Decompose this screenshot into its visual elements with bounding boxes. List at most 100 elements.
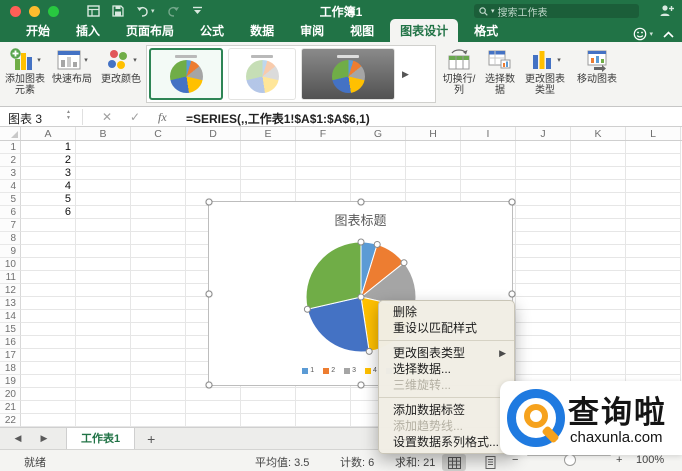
row-header[interactable]: 18 [0, 362, 21, 375]
row-header[interactable]: 6 [0, 206, 21, 219]
grid-cell[interactable] [296, 167, 351, 180]
grid-cell[interactable] [21, 375, 76, 388]
grid-cell[interactable] [21, 271, 76, 284]
ribbon-tab[interactable]: 格式 [464, 19, 508, 42]
ribbon-tab[interactable]: 公式 [190, 19, 234, 42]
gallery-more-arrow-icon[interactable]: ▶ [402, 69, 409, 80]
grid-cell[interactable] [76, 310, 131, 323]
zoom-level[interactable]: 100% [636, 454, 664, 466]
chart-resize-handle[interactable] [205, 290, 213, 298]
grid-cell[interactable] [626, 297, 681, 310]
grid-cell[interactable] [21, 219, 76, 232]
column-header[interactable]: C [131, 127, 186, 140]
feedback-smiley-icon[interactable]: ▾ [633, 27, 653, 41]
normal-view-icon[interactable] [442, 454, 466, 471]
grid-cell[interactable] [21, 388, 76, 401]
grid-cell[interactable] [186, 154, 241, 167]
pie-slice[interactable] [305, 241, 362, 310]
grid-cell[interactable] [131, 141, 186, 154]
grid-cell[interactable] [571, 284, 626, 297]
ribbon-tab[interactable]: 开始 [16, 19, 60, 42]
name-box[interactable]: 图表 3 [8, 110, 42, 127]
grid-cell[interactable] [131, 258, 186, 271]
zoom-in-icon[interactable]: + [616, 454, 622, 466]
grid-cell[interactable] [626, 310, 681, 323]
switch-row-col-button[interactable]: 切换行/列 [440, 46, 478, 96]
context-menu-item[interactable]: 添加数据标签 [379, 402, 514, 418]
grid-cell[interactable] [626, 323, 681, 336]
cancel-icon[interactable]: ✕ [102, 110, 112, 124]
grid-cell[interactable] [131, 375, 186, 388]
column-header[interactable]: K [571, 127, 626, 140]
grid-cell[interactable] [626, 219, 681, 232]
context-menu-item[interactable]: 选择数据... [379, 361, 514, 377]
search-input[interactable]: ▾ 搜索工作表 [474, 4, 639, 19]
grid-cell[interactable] [571, 180, 626, 193]
row-header[interactable]: 4 [0, 180, 21, 193]
chart-resize-handle[interactable] [205, 381, 213, 389]
context-menu-item[interactable]: 重设以匹配样式 [379, 320, 514, 336]
grid-cell[interactable] [571, 206, 626, 219]
ribbon-tab[interactable]: 页面布局 [116, 19, 184, 42]
grid-cell[interactable] [76, 388, 131, 401]
grid-cell[interactable] [131, 193, 186, 206]
grid-cell[interactable] [571, 336, 626, 349]
slice-selection-handle[interactable] [357, 238, 365, 246]
grid-cell[interactable] [571, 141, 626, 154]
row-header[interactable]: 12 [0, 284, 21, 297]
chart-resize-handle[interactable] [357, 381, 365, 389]
grid-cell[interactable]: 6 [21, 206, 76, 219]
grid-cell[interactable] [516, 323, 571, 336]
grid-cell[interactable] [296, 141, 351, 154]
change-chart-type-button[interactable]: ▾ 更改图表类型 [521, 46, 569, 96]
grid-cell[interactable] [241, 154, 296, 167]
grid-cell[interactable] [461, 180, 516, 193]
grid-cell[interactable] [516, 232, 571, 245]
grid-cell[interactable] [21, 336, 76, 349]
grid-cell[interactable] [21, 310, 76, 323]
sheet-tab-active[interactable]: 工作表1 [66, 427, 136, 450]
row-header[interactable]: 7 [0, 219, 21, 232]
grid-cell[interactable] [131, 219, 186, 232]
grid-cell[interactable] [516, 271, 571, 284]
grid-cell[interactable] [21, 349, 76, 362]
column-header[interactable]: H [406, 127, 461, 140]
grid-cell[interactable]: 1 [21, 141, 76, 154]
chart-resize-handle[interactable] [508, 290, 516, 298]
grid-cell[interactable] [76, 336, 131, 349]
row-header[interactable]: 8 [0, 232, 21, 245]
grid-cell[interactable] [571, 167, 626, 180]
grid-cell[interactable] [131, 323, 186, 336]
chart-style-3[interactable] [301, 48, 395, 100]
grid-cell[interactable] [296, 388, 351, 401]
select-all-corner[interactable] [0, 127, 21, 140]
context-menu-item[interactable]: 更改图表类型 ▶ [379, 345, 514, 361]
grid-cell[interactable]: 4 [21, 180, 76, 193]
grid-cell[interactable] [516, 336, 571, 349]
row-header[interactable]: 21 [0, 401, 21, 414]
grid-cell[interactable] [76, 193, 131, 206]
grid-cell[interactable] [571, 323, 626, 336]
row-header[interactable]: 11 [0, 271, 21, 284]
grid-cell[interactable] [241, 414, 296, 427]
grid-cell[interactable] [241, 401, 296, 414]
save-icon[interactable] [112, 5, 124, 17]
add-sheet-icon[interactable]: + [147, 431, 155, 447]
row-header[interactable]: 14 [0, 310, 21, 323]
grid-cell[interactable] [406, 154, 461, 167]
grid-cell[interactable] [76, 141, 131, 154]
grid-cell[interactable] [516, 219, 571, 232]
grid-cell[interactable] [406, 141, 461, 154]
grid-cell[interactable] [461, 167, 516, 180]
grid-cell[interactable] [131, 362, 186, 375]
grid-cell[interactable] [186, 180, 241, 193]
grid-cell[interactable] [131, 232, 186, 245]
grid-cell[interactable] [131, 401, 186, 414]
grid-cell[interactable] [626, 167, 681, 180]
grid-cell[interactable] [76, 258, 131, 271]
grid-cell[interactable] [351, 141, 406, 154]
ribbon-tab[interactable]: 视图 [340, 19, 384, 42]
grid-cell[interactable] [76, 245, 131, 258]
name-box-stepper[interactable]: ▲ ▼ [66, 110, 71, 121]
grid-cell[interactable] [76, 271, 131, 284]
